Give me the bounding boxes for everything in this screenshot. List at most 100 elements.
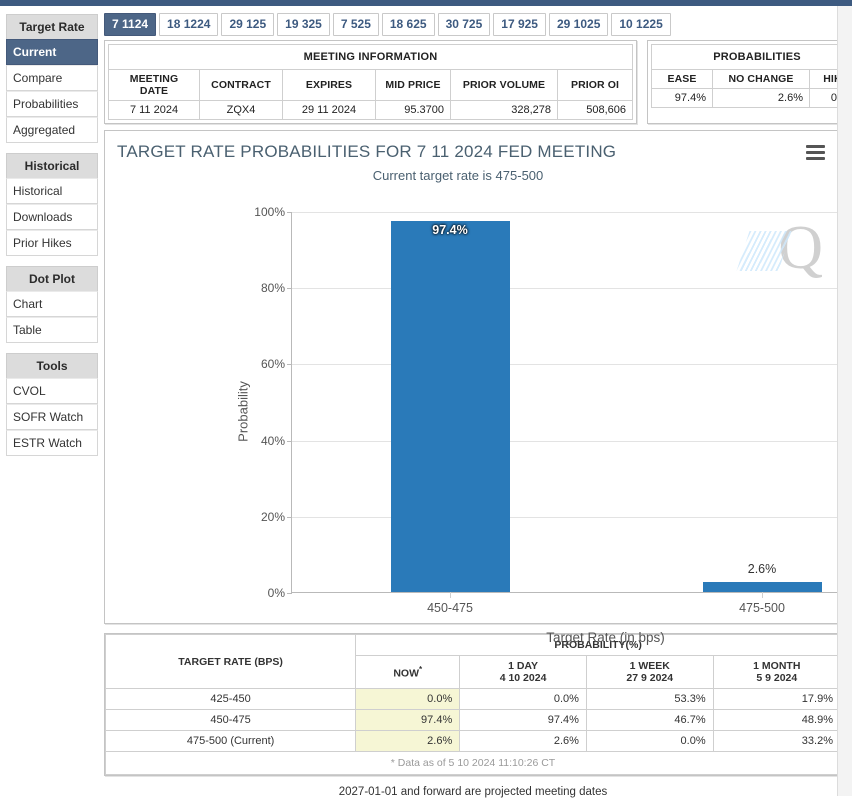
sidebar-item-aggregated[interactable]: Aggregated <box>6 117 98 143</box>
col-1-month-date: 5 9 2024 <box>721 672 833 684</box>
sidebar-item-probabilities[interactable]: Probabilities <box>6 91 98 117</box>
sidebar-item-estr-watch[interactable]: ESTR Watch <box>6 430 98 456</box>
table-row: 450-475 97.4% 97.4% 46.7% 48.9% <box>106 710 841 731</box>
tab-meeting-29-125[interactable]: 29 125 <box>221 13 274 36</box>
cell-now-425-450: 0.0% <box>356 689 460 710</box>
x-axis-label: Target Rate (in bps) <box>291 630 852 645</box>
col-1-day-date: 4 10 2024 <box>467 672 579 684</box>
tab-meeting-29-1025[interactable]: 29 1025 <box>549 13 608 36</box>
tab-meeting-30-725[interactable]: 30 725 <box>438 13 491 36</box>
sidebar-item-chart[interactable]: Chart <box>6 291 98 317</box>
gridline-40 <box>292 441 852 442</box>
info-tables-row: MEETING INFORMATION MEETING DATE CONTRAC… <box>104 40 842 124</box>
y-tick-0: 0% <box>268 586 285 600</box>
x-tick-450-475: 450-475 <box>427 601 473 615</box>
cell-rate-475-500: 475-500 (Current) <box>106 731 356 752</box>
probabilities-summary-table: PROBABILITIES EASE NO CHANGE HIKE 97.4% … <box>651 44 852 108</box>
table-row: 7 11 2024 ZQX4 29 11 2024 95.3700 328,27… <box>109 101 633 120</box>
sidebar-item-prior-hikes[interactable]: Prior Hikes <box>6 230 98 256</box>
table-row: 97.4% 2.6% 0.0% <box>652 89 852 108</box>
col-1-week-date: 27 9 2024 <box>594 672 706 684</box>
sidebar: Target Rate Current Compare Probabilitie… <box>0 6 103 796</box>
x-tick-mark-475-500 <box>762 592 763 598</box>
chart-menu-icon[interactable] <box>806 145 825 163</box>
cell-1month-450-475: 48.9% <box>713 710 840 731</box>
col-1-month: 1 MONTH 5 9 2024 <box>713 656 840 689</box>
y-tick-40: 40% <box>261 434 285 448</box>
probabilities-summary-panel: PROBABILITIES EASE NO CHANGE HIKE 97.4% … <box>647 40 852 124</box>
sidebar-item-cvol[interactable]: CVOL <box>6 378 98 404</box>
cell-meeting-date: 7 11 2024 <box>109 101 200 120</box>
tab-meeting-18-625[interactable]: 18 625 <box>382 13 435 36</box>
gridline-100 <box>292 212 852 213</box>
tab-meeting-18-1224[interactable]: 18 1224 <box>159 13 218 36</box>
cell-1day-450-475: 97.4% <box>460 710 587 731</box>
cell-1day-475-500: 2.6% <box>460 731 587 752</box>
data-as-of-note: * Data as of 5 10 2024 11:10:26 CT <box>106 752 841 775</box>
bar-label-450-475: 97.4% <box>432 223 467 237</box>
cell-mid-price: 95.3700 <box>376 101 451 120</box>
chart-plot: 100% 80% 60% 40% 20% 0% 97.4% 450-475 2.… <box>291 212 852 593</box>
meeting-information-caption: MEETING INFORMATION <box>109 45 633 70</box>
tab-meeting-17-925[interactable]: 17 925 <box>493 13 546 36</box>
meeting-information-panel: MEETING INFORMATION MEETING DATE CONTRAC… <box>104 40 637 124</box>
bar-475-500[interactable] <box>703 582 822 592</box>
table-row: 425-450 0.0% 0.0% 53.3% 17.9% <box>106 689 841 710</box>
main-content: 7 1124 18 1224 29 125 19 325 7 525 18 62… <box>103 6 852 796</box>
cell-rate-425-450: 425-450 <box>106 689 356 710</box>
cell-1month-425-450: 17.9% <box>713 689 840 710</box>
probability-table-panel: TARGET RATE (BPS) PROBABILITY(%) NOW* 1 … <box>104 633 842 776</box>
col-1-week-label: 1 WEEK <box>594 660 706 672</box>
tab-meeting-7-525[interactable]: 7 525 <box>333 13 379 36</box>
sidebar-item-downloads[interactable]: Downloads <box>6 204 98 230</box>
col-no-change: NO CHANGE <box>713 70 810 89</box>
tab-meeting-10-1225[interactable]: 10 1225 <box>611 13 670 36</box>
col-ease: EASE <box>652 70 713 89</box>
col-prior-oi: PRIOR OI <box>558 70 633 101</box>
sidebar-item-compare[interactable]: Compare <box>6 65 98 91</box>
cell-1month-475-500: 33.2% <box>713 731 840 752</box>
sidebar-item-sofr-watch[interactable]: SOFR Watch <box>6 404 98 430</box>
sidebar-group-header-tools: Tools <box>6 353 98 378</box>
y-tick-20: 20% <box>261 510 285 524</box>
table-footer-row: * Data as of 5 10 2024 11:10:26 CT <box>106 752 841 775</box>
sidebar-group-target-rate: Target Rate Current Compare Probabilitie… <box>6 14 98 143</box>
gridline-80 <box>292 288 852 289</box>
y-tick-80: 80% <box>261 281 285 295</box>
sidebar-group-header-historical: Historical <box>6 153 98 178</box>
sidebar-group-dot-plot: Dot Plot Chart Table <box>6 266 98 343</box>
chart-subtitle: Current target rate is 475-500 <box>105 168 841 183</box>
target-rate-probabilities-chart: TARGET RATE PROBABILITIES FOR 7 11 2024 … <box>104 130 842 624</box>
sidebar-item-table[interactable]: Table <box>6 317 98 343</box>
table-header-row: EASE NO CHANGE HIKE <box>652 70 852 89</box>
cell-1day-425-450: 0.0% <box>460 689 587 710</box>
sidebar-item-current[interactable]: Current <box>6 39 98 65</box>
cell-ease: 97.4% <box>652 89 713 108</box>
x-tick-mark-450-475 <box>450 592 451 598</box>
cell-expires: 29 11 2024 <box>283 101 376 120</box>
chart-plot-area: Q Probability 100% 80% 60% 40% 20% 0% <box>105 189 841 623</box>
tab-meeting-19-325[interactable]: 19 325 <box>277 13 330 36</box>
col-mid-price: MID PRICE <box>376 70 451 101</box>
page-scrollbar[interactable] <box>837 6 852 796</box>
col-1-day: 1 DAY 4 10 2024 <box>460 656 587 689</box>
y-axis-label: Probability <box>236 381 251 442</box>
meeting-date-tabs: 7 1124 18 1224 29 125 19 325 7 525 18 62… <box>104 12 842 36</box>
y-tick-100: 100% <box>254 205 285 219</box>
bar-label-475-500: 2.6% <box>748 562 777 576</box>
gridline-20 <box>292 517 852 518</box>
col-1-week: 1 WEEK 27 9 2024 <box>586 656 713 689</box>
table-header-row: MEETING DATE CONTRACT EXPIRES MID PRICE … <box>109 70 633 101</box>
sidebar-group-header-target-rate: Target Rate <box>6 14 98 39</box>
cell-now-475-500: 2.6% <box>356 731 460 752</box>
col-now-label: NOW <box>393 667 419 679</box>
cell-1week-425-450: 53.3% <box>586 689 713 710</box>
tab-meeting-7-1124[interactable]: 7 1124 <box>104 13 156 36</box>
sidebar-item-historical[interactable]: Historical <box>6 178 98 204</box>
bar-450-475[interactable] <box>391 221 510 592</box>
col-now: NOW* <box>356 656 460 689</box>
cell-contract: ZQX4 <box>200 101 283 120</box>
col-now-asterisk: * <box>419 665 422 674</box>
col-meeting-date: MEETING DATE <box>109 70 200 101</box>
cell-1week-475-500: 0.0% <box>586 731 713 752</box>
